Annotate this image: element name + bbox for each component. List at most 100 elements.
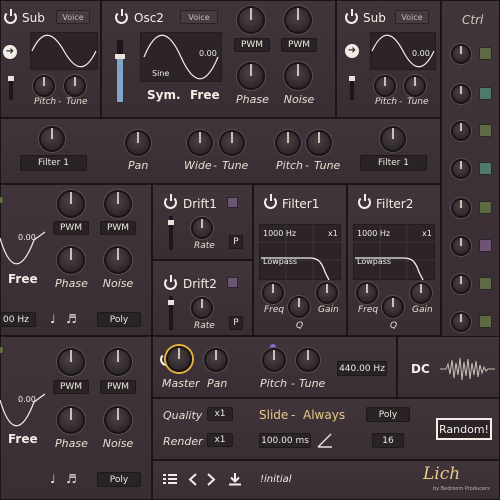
drift1-p-button[interactable]: P (229, 235, 243, 249)
quality-select[interactable]: x1 (207, 407, 233, 421)
render-select[interactable]: x1 (207, 433, 233, 447)
filter2-freq-knob[interactable] (356, 282, 378, 304)
osc-low-pwm2-select[interactable]: PWM (100, 380, 136, 394)
osc-mid-free-label[interactable]: Free (8, 273, 38, 285)
ctrl-knob-3[interactable] (451, 121, 471, 141)
ctrl-button-1[interactable] (479, 47, 492, 60)
filter1-type[interactable]: Lowpass (263, 258, 297, 266)
filter1-freq-value[interactable]: 1000 Hz (263, 230, 296, 238)
osc2-noise-knob[interactable] (284, 62, 312, 90)
ctrl-knob-6[interactable] (451, 236, 471, 256)
note-icon[interactable]: ♩ (50, 473, 56, 485)
sub-left-slider[interactable] (8, 76, 14, 100)
menu-list-icon[interactable] (163, 474, 177, 485)
master-pan-knob[interactable] (204, 348, 228, 372)
filter2-mult[interactable]: x1 (422, 230, 432, 238)
osc-low-free-label[interactable]: Free (8, 433, 38, 445)
osc2-pwm1-select[interactable]: PWM (234, 38, 270, 52)
ctrl-button-2[interactable] (479, 87, 492, 100)
drift2-slider[interactable] (168, 296, 174, 330)
drift1-link-icon[interactable] (227, 197, 238, 208)
drift1-slider[interactable] (168, 216, 174, 250)
master-hz-field[interactable]: 440.00 Hz (337, 361, 387, 376)
sub-right-tune-knob[interactable] (404, 75, 426, 97)
arrow-right-icon[interactable]: ➜ (345, 44, 359, 58)
sub-left-filter-select[interactable]: Filter 1 (20, 155, 87, 171)
poly-mode-select[interactable]: Poly (366, 407, 410, 422)
ctrl-knob-7[interactable] (451, 274, 471, 294)
osc2-sym-label[interactable]: Sym. (147, 89, 181, 101)
slide-curve-icon[interactable] (317, 432, 333, 448)
osc2-free-label[interactable]: Free (190, 89, 220, 101)
osc-low-pwm1-select[interactable]: PWM (53, 380, 89, 394)
chevron-left-icon[interactable] (188, 473, 198, 486)
osc2-power-icon[interactable] (115, 9, 128, 24)
slide-always[interactable]: Always (303, 409, 345, 421)
ctrl-button-3[interactable] (479, 124, 492, 137)
filter2-freq-value[interactable]: 1000 Hz (357, 230, 390, 238)
filter2-type[interactable]: Lowpass (357, 258, 391, 266)
sub-left-pitch-knob[interactable] (33, 75, 55, 97)
osc2-pitch-knob[interactable] (275, 130, 301, 156)
ctrl-button-7[interactable] (479, 277, 492, 290)
osc2-phase-knob[interactable] (237, 62, 265, 90)
filter2-power-icon[interactable] (358, 194, 371, 209)
osc-low-noise-knob[interactable] (104, 406, 132, 434)
osc-mid-pwm2-knob[interactable] (104, 190, 132, 218)
osc2-level-slider[interactable] (115, 40, 125, 102)
ctrl-button-6[interactable] (479, 239, 492, 252)
ctrl-button-8[interactable] (479, 315, 492, 328)
osc2-tune-knob[interactable] (219, 130, 245, 156)
osc-mid-noise-knob[interactable] (104, 246, 132, 274)
osc-mid-pwm1-select[interactable]: PWM (53, 221, 89, 235)
random-button[interactable]: Random! (436, 418, 492, 440)
sub-right-pitch-knob[interactable] (374, 75, 396, 97)
sub-right-filter-select[interactable]: Filter 1 (360, 155, 427, 171)
osc-mid-pwm1-knob[interactable] (57, 190, 85, 218)
master-tune-knob[interactable] (296, 348, 320, 372)
filter1-mult[interactable]: x1 (328, 230, 338, 238)
ctrl-knob-5[interactable] (451, 198, 471, 218)
drift1-rate-knob[interactable] (191, 217, 213, 239)
osc2-voice-button[interactable]: Voice (180, 10, 218, 24)
osc2-pan-knob[interactable] (125, 130, 151, 156)
ctrl-knob-1[interactable] (451, 44, 471, 64)
sub-left-power-icon[interactable] (4, 9, 17, 24)
filter1-power-icon[interactable] (264, 194, 277, 209)
chevron-right-icon[interactable] (206, 473, 216, 486)
ctrl-button-5[interactable] (479, 201, 492, 214)
sub-right-voice-button[interactable]: Voice (395, 10, 429, 24)
filter2-q-knob[interactable] (382, 296, 404, 318)
triplet-icon[interactable]: ♬ (66, 313, 77, 325)
drift2-power-icon[interactable] (164, 275, 177, 290)
osc-low-pwm1-knob[interactable] (57, 348, 85, 376)
osc-mid-phase-knob[interactable] (57, 246, 85, 274)
master-volume-knob[interactable] (166, 346, 192, 372)
filter1-freq-knob[interactable] (262, 282, 284, 304)
filter1-gain-knob[interactable] (316, 282, 338, 304)
osc2-pwm2-knob[interactable] (284, 6, 312, 34)
sub-right-power-icon[interactable] (345, 9, 358, 24)
arrow-right-icon[interactable]: ➜ (3, 45, 17, 59)
master-pitch-knob[interactable] (262, 348, 286, 372)
sub-right-filter-knob[interactable] (380, 126, 406, 152)
sub-left-voice-button[interactable]: Voice (56, 10, 90, 24)
sub-left-tune-knob[interactable] (64, 75, 86, 97)
drift2-rate-knob[interactable] (191, 297, 213, 319)
note-icon[interactable]: ♩ (50, 313, 56, 325)
drift1-power-icon[interactable] (164, 194, 177, 209)
slide-time-field[interactable]: 100.00 ms (259, 433, 311, 448)
drift2-link-icon[interactable] (227, 277, 238, 288)
sub-left-filter-knob[interactable] (39, 126, 65, 152)
triplet-icon[interactable]: ♬ (66, 473, 77, 485)
filter2-gain-knob[interactable] (410, 282, 432, 304)
osc-mid-hz-field[interactable]: 00 Hz (0, 312, 36, 327)
download-icon[interactable] (228, 472, 242, 486)
osc2-pwm1-knob[interactable] (237, 6, 265, 34)
preset-name[interactable]: !initial (260, 475, 292, 485)
osc2-pitch-tune-knob[interactable] (306, 130, 332, 156)
sub-right-slider[interactable] (349, 76, 355, 100)
drift2-p-button[interactable]: P (229, 316, 243, 330)
ctrl-knob-8[interactable] (451, 312, 471, 332)
ctrl-button-4[interactable] (479, 162, 492, 175)
